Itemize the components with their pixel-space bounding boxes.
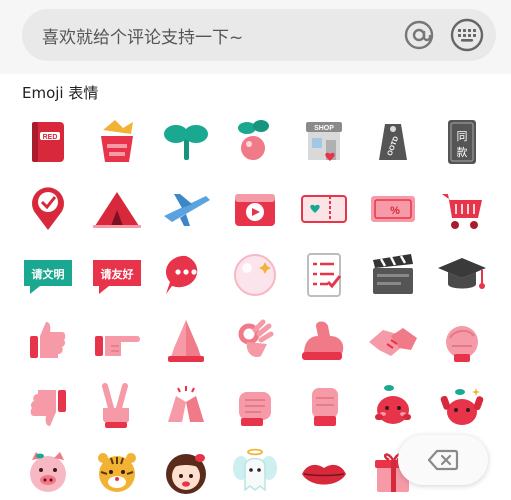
emoji-fist-bump[interactable] bbox=[294, 378, 354, 436]
thumbs-down-icon bbox=[30, 390, 66, 426]
emoji-girl-face[interactable] bbox=[156, 444, 216, 500]
peach-creature-icon bbox=[375, 385, 411, 424]
hand-wave-icon bbox=[239, 392, 271, 426]
backspace-icon bbox=[427, 449, 459, 471]
emoji-chat-bubble[interactable] bbox=[156, 246, 216, 304]
emoji-please-civil-speech[interactable]: 请文明 bbox=[18, 246, 78, 304]
same-style-label-2: 款 bbox=[457, 145, 468, 159]
section-title: Emoji 表情 bbox=[22, 84, 99, 102]
sprout-icon bbox=[164, 125, 208, 160]
emoji-red-book[interactable]: RED bbox=[18, 114, 78, 172]
at-sign-icon[interactable] bbox=[402, 18, 436, 52]
emoji-camera[interactable] bbox=[225, 180, 285, 238]
emoji-peach-creature[interactable] bbox=[363, 378, 423, 436]
emoji-shop[interactable]: SHOP bbox=[294, 114, 354, 172]
ok-hand-icon bbox=[238, 319, 274, 358]
please-friendly-label: 请友好 bbox=[101, 267, 134, 281]
tent-icon bbox=[93, 192, 141, 228]
handshake-icon bbox=[369, 328, 417, 356]
lips-icon bbox=[302, 464, 346, 485]
emoji-gift-basket[interactable] bbox=[87, 114, 147, 172]
fruit-branch-icon bbox=[238, 120, 269, 160]
emoji-pig-face[interactable] bbox=[18, 444, 78, 500]
emoji-tent[interactable] bbox=[87, 180, 147, 238]
emoji-ootd-tag[interactable]: OOTD bbox=[363, 114, 423, 172]
ootd-tag-icon: OOTD bbox=[379, 124, 407, 160]
delete-button[interactable] bbox=[398, 435, 488, 485]
angel-ghost-icon bbox=[233, 448, 277, 492]
shopping-cart-icon bbox=[442, 194, 482, 229]
gift-basket-icon bbox=[101, 120, 133, 162]
shop-icon: SHOP bbox=[306, 122, 342, 161]
chat-bubble-icon bbox=[165, 255, 198, 294]
airplane-icon bbox=[164, 194, 210, 226]
graduation-cap-icon bbox=[438, 258, 486, 289]
emoji-muscle-arm[interactable] bbox=[294, 312, 354, 370]
emoji-lips[interactable] bbox=[294, 444, 354, 500]
coupon-percent: % bbox=[390, 205, 400, 217]
thumbs-up-icon bbox=[30, 322, 66, 358]
red-book-label: RED bbox=[43, 134, 58, 141]
emoji-pointing-hand[interactable] bbox=[87, 312, 147, 370]
emoji-thumbs-down[interactable] bbox=[18, 378, 78, 436]
checklist-icon bbox=[307, 253, 342, 297]
emoji-same-style-tag[interactable]: 同 款 bbox=[432, 114, 492, 172]
emoji-fruit-branch[interactable] bbox=[225, 114, 285, 172]
emoji-comment-screen: 喜欢就给个评论支持一下~ Emoji 表情 RED SHOP OOTD 同 款 … bbox=[0, 0, 511, 500]
please-civil-badge-icon: 请文明 bbox=[24, 260, 72, 294]
emoji-please-be-friendly[interactable]: 请友好 bbox=[87, 246, 147, 304]
red-book-icon: RED bbox=[32, 122, 64, 162]
emoji-checklist[interactable] bbox=[294, 246, 354, 304]
emoji-angel-ghost[interactable] bbox=[225, 444, 285, 500]
victory-hand-icon bbox=[102, 383, 129, 428]
emoji-clapping-hands[interactable] bbox=[156, 378, 216, 436]
emoji-tiger-face[interactable] bbox=[87, 444, 147, 500]
pig-face-icon bbox=[30, 452, 66, 492]
emoji-bubble-glow[interactable] bbox=[225, 246, 285, 304]
peach-creature-cheer-icon bbox=[440, 388, 484, 425]
shop-label: SHOP bbox=[314, 125, 334, 132]
coupon-icon: % bbox=[371, 196, 415, 222]
fist-bump-icon bbox=[312, 388, 338, 426]
emoji-peach-creature-cheer[interactable] bbox=[432, 378, 492, 436]
emoji-handshake[interactable] bbox=[363, 312, 423, 370]
ticket-icon bbox=[301, 195, 347, 223]
emoji-coupon[interactable]: % bbox=[363, 180, 423, 238]
emoji-graduation-cap[interactable] bbox=[432, 246, 492, 304]
emoji-praying-hands[interactable] bbox=[156, 312, 216, 370]
emoji-clapperboard[interactable] bbox=[363, 246, 423, 304]
emoji-victory-hand[interactable] bbox=[87, 378, 147, 436]
camera-icon bbox=[235, 194, 275, 226]
emoji-sprout[interactable] bbox=[156, 114, 216, 172]
emoji-airplane[interactable] bbox=[156, 180, 216, 238]
emoji-ok-hand[interactable] bbox=[225, 312, 285, 370]
comment-input[interactable]: 喜欢就给个评论支持一下~ bbox=[22, 9, 496, 61]
please-friendly-badge-icon: 请友好 bbox=[93, 260, 141, 294]
tiger-face-icon bbox=[98, 453, 136, 492]
comment-placeholder: 喜欢就给个评论支持一下~ bbox=[42, 28, 244, 48]
keyboard-icon[interactable] bbox=[449, 17, 485, 53]
girl-face-icon bbox=[166, 454, 206, 494]
same-style-tag-icon: 同 款 bbox=[448, 120, 476, 164]
clapping-hands-icon bbox=[168, 386, 204, 422]
clapperboard-icon bbox=[373, 254, 413, 294]
emoji-check-pin[interactable] bbox=[18, 180, 78, 238]
emoji-ticket[interactable] bbox=[294, 180, 354, 238]
bubble-glow-icon bbox=[234, 254, 276, 296]
check-pin-icon bbox=[32, 187, 64, 230]
praying-hands-icon bbox=[168, 320, 204, 362]
emoji-hand-wave[interactable] bbox=[225, 378, 285, 436]
muscle-arm-icon bbox=[302, 321, 344, 360]
comment-input-bar: 喜欢就给个评论支持一下~ bbox=[0, 0, 511, 74]
emoji-thumbs-up[interactable] bbox=[18, 312, 78, 370]
fist-salute-icon bbox=[446, 326, 478, 362]
emoji-shopping-cart[interactable] bbox=[432, 180, 492, 238]
emoji-fist-salute[interactable] bbox=[432, 312, 492, 370]
pointing-hand-icon bbox=[95, 336, 140, 356]
please-civil-label: 请文明 bbox=[32, 267, 65, 281]
same-style-label: 同 bbox=[457, 130, 468, 143]
